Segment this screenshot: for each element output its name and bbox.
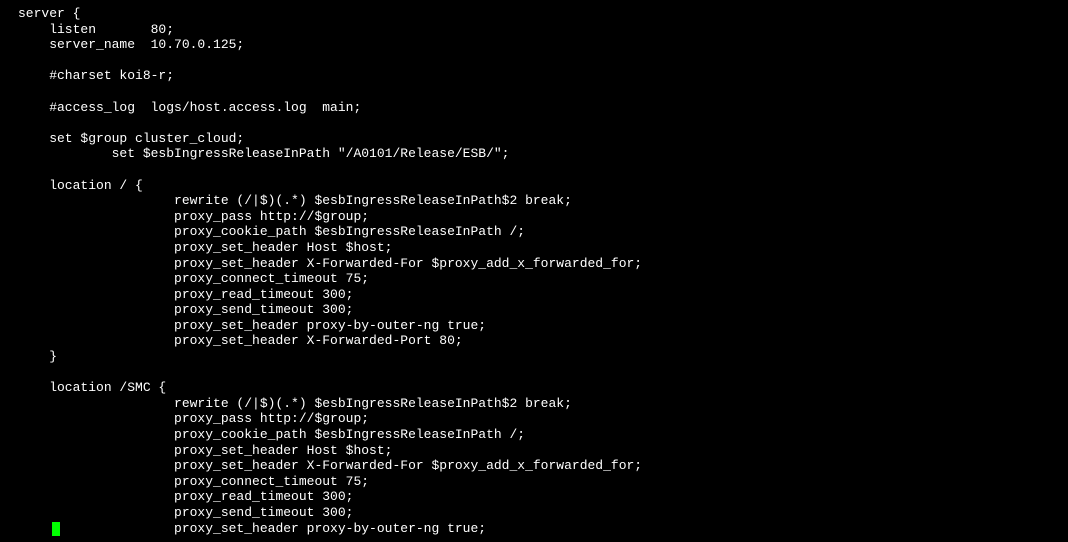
terminal-line: proxy_cookie_path $esbIngressReleaseInPa… xyxy=(18,427,1068,443)
terminal-cursor xyxy=(52,522,60,536)
terminal-line: proxy_connect_timeout 75; xyxy=(18,474,1068,490)
terminal-line: #charset koi8-r; xyxy=(18,68,1068,84)
terminal-line: proxy_read_timeout 300; xyxy=(18,489,1068,505)
terminal-line: set $group cluster_cloud; xyxy=(18,131,1068,147)
terminal-line: proxy_connect_timeout 75; xyxy=(18,271,1068,287)
terminal-line xyxy=(18,162,1068,178)
terminal-line: server_name 10.70.0.125; xyxy=(18,37,1068,53)
terminal-line: rewrite (/|$)(.*) $esbIngressReleaseInPa… xyxy=(18,396,1068,412)
terminal-line: rewrite (/|$)(.*) $esbIngressReleaseInPa… xyxy=(18,193,1068,209)
terminal-line: proxy_set_header X-Forwarded-Port 80; xyxy=(18,333,1068,349)
terminal-line: proxy_set_header proxy-by-outer-ng true; xyxy=(18,521,1068,537)
terminal-line: proxy_read_timeout 300; xyxy=(18,287,1068,303)
terminal-line: location / { xyxy=(18,178,1068,194)
terminal-line: } xyxy=(18,349,1068,365)
terminal-line: location /SMC { xyxy=(18,380,1068,396)
terminal-line: proxy_pass http://$group; xyxy=(18,411,1068,427)
terminal-line: listen 80; xyxy=(18,22,1068,38)
terminal-line: proxy_set_header X-Forwarded-For $proxy_… xyxy=(18,256,1068,272)
terminal-line: proxy_pass http://$group; xyxy=(18,209,1068,225)
terminal-line: server { xyxy=(18,6,1068,22)
terminal-line: proxy_set_header Host $host; xyxy=(18,443,1068,459)
terminal-line: proxy_send_timeout 300; xyxy=(18,505,1068,521)
terminal-line: set $esbIngressReleaseInPath "/A0101/Rel… xyxy=(18,146,1068,162)
terminal-line: proxy_set_header Host $host; xyxy=(18,240,1068,256)
terminal-line xyxy=(18,365,1068,381)
terminal-line: #access_log logs/host.access.log main; xyxy=(18,100,1068,116)
terminal-line: proxy_set_header X-Forwarded-For $proxy_… xyxy=(18,458,1068,474)
terminal-line: proxy_send_timeout 300; xyxy=(18,302,1068,318)
terminal-line xyxy=(18,53,1068,69)
terminal-line: proxy_set_header proxy-by-outer-ng true; xyxy=(18,318,1068,334)
terminal-line xyxy=(18,115,1068,131)
terminal-line: proxy_cookie_path $esbIngressReleaseInPa… xyxy=(18,224,1068,240)
terminal-output[interactable]: server { listen 80; server_name 10.70.0.… xyxy=(18,6,1068,536)
terminal-line xyxy=(18,84,1068,100)
